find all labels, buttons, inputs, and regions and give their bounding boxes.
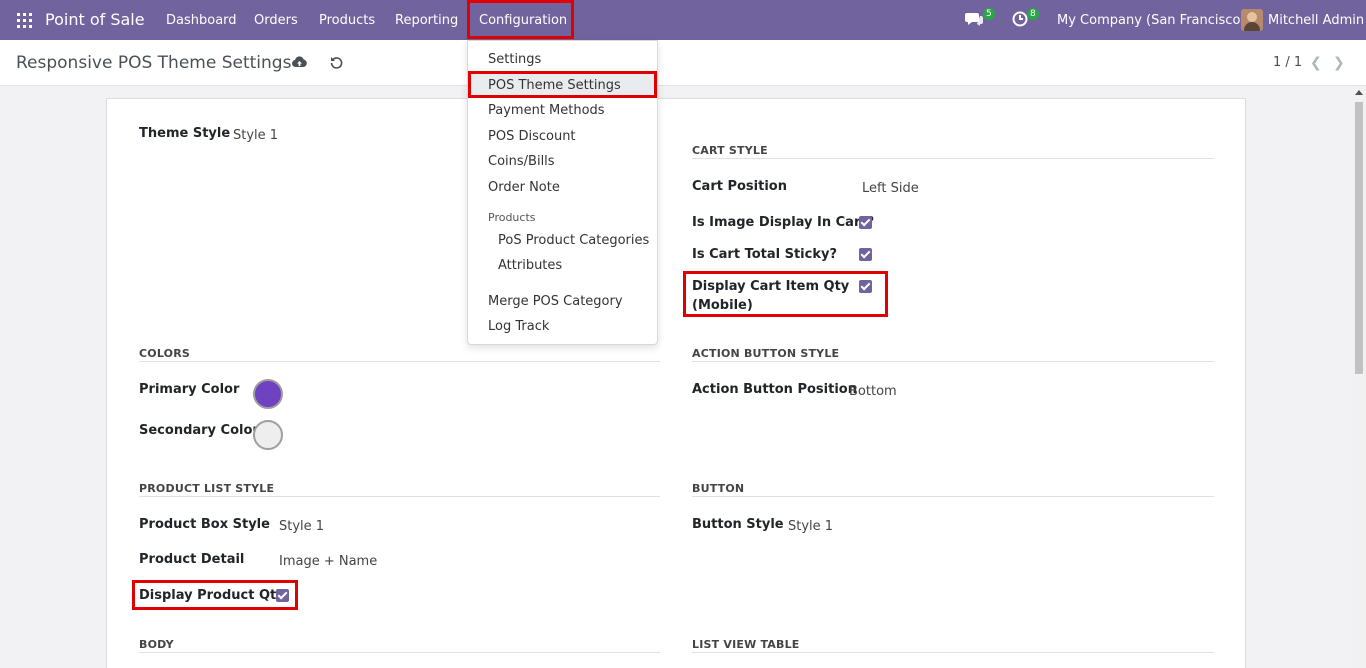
product-list-header: PRODUCT LIST STYLE bbox=[139, 482, 275, 495]
button-style-label: Button Style bbox=[692, 517, 784, 532]
cart-position-label: Cart Position bbox=[692, 179, 787, 194]
display-cart-qty-checkbox[interactable] bbox=[859, 280, 872, 293]
app-menu-icon[interactable] bbox=[17, 13, 32, 28]
control-panel: Responsive POS Theme Settings 1 / 1 ❮ ❯ bbox=[0, 40, 1366, 86]
company-switcher[interactable]: My Company (San Francisco) bbox=[1057, 13, 1245, 28]
action-button-position-field[interactable]: Bottom bbox=[849, 384, 897, 399]
dropdown-item-payment-methods[interactable]: Payment Methods bbox=[488, 103, 605, 118]
menu-configuration[interactable]: Configuration bbox=[479, 13, 567, 28]
product-detail-field[interactable]: Image + Name bbox=[279, 554, 377, 569]
secondary-color-label: Secondary Color bbox=[139, 423, 259, 438]
action-button-position-label: Action Button Position bbox=[692, 382, 857, 397]
primary-color-label: Primary Color bbox=[139, 382, 240, 397]
theme-style-label: Theme Style bbox=[139, 126, 231, 141]
image-display-label: Is Image Display In Cart? bbox=[692, 215, 875, 230]
dropdown-item-coins-bills[interactable]: Coins/Bills bbox=[488, 154, 555, 169]
theme-style-field[interactable]: Style 1 bbox=[233, 128, 278, 143]
menu-reporting[interactable]: Reporting bbox=[395, 13, 458, 28]
product-detail-label: Product Detail bbox=[139, 552, 245, 567]
menu-orders[interactable]: Orders bbox=[254, 13, 298, 28]
button-style-field[interactable]: Style 1 bbox=[788, 519, 833, 534]
chevron-left-icon[interactable]: ❮ bbox=[1310, 55, 1322, 71]
pager-value[interactable]: 1 / 1 bbox=[1273, 55, 1302, 70]
page-scrollbar[interactable] bbox=[1352, 86, 1366, 668]
cart-total-sticky-checkbox[interactable] bbox=[859, 248, 872, 261]
menu-dashboard[interactable]: Dashboard bbox=[166, 13, 237, 28]
display-cart-qty-label-line2: (Mobile) bbox=[692, 298, 753, 313]
dropdown-item-settings[interactable]: Settings bbox=[488, 52, 541, 67]
image-display-checkbox[interactable] bbox=[859, 216, 872, 229]
dropdown-section-products: Products bbox=[488, 211, 536, 224]
colors-header: COLORS bbox=[139, 347, 190, 360]
dropdown-item-pos-theme-settings[interactable]: POS Theme Settings bbox=[488, 78, 621, 93]
chat-icon[interactable] bbox=[965, 11, 983, 31]
clock-icon[interactable] bbox=[1012, 11, 1028, 31]
display-product-qty-label: Display Product Qty bbox=[139, 588, 285, 603]
cloud-upload-icon[interactable] bbox=[292, 56, 307, 72]
dropdown-item-attributes[interactable]: Attributes bbox=[498, 258, 562, 273]
dropdown-item-pos-discount[interactable]: POS Discount bbox=[488, 129, 576, 144]
activities-count-badge: 8 bbox=[1027, 8, 1039, 20]
cart-style-header: CART STYLE bbox=[692, 144, 768, 157]
dropdown-item-pos-product-categories[interactable]: PoS Product Categories bbox=[498, 233, 649, 248]
button-header: BUTTON bbox=[692, 482, 745, 495]
chevron-right-icon[interactable]: ❯ bbox=[1333, 55, 1345, 71]
messages-count-badge: 5 bbox=[983, 8, 995, 20]
scroll-up-arrow-icon[interactable] bbox=[1355, 90, 1363, 95]
menu-products[interactable]: Products bbox=[319, 13, 375, 28]
secondary-color-swatch[interactable] bbox=[253, 420, 283, 450]
dropdown-item-log-track[interactable]: Log Track bbox=[488, 319, 549, 334]
top-navbar: Point of Sale Dashboard Orders Products … bbox=[0, 0, 1366, 40]
form-sheet: Theme Style Style 1 CART STYLE Cart Posi… bbox=[106, 98, 1246, 668]
action-button-header: ACTION BUTTON STYLE bbox=[692, 347, 840, 360]
app-name[interactable]: Point of Sale bbox=[45, 10, 145, 29]
discard-icon[interactable] bbox=[330, 56, 343, 73]
configuration-dropdown: Settings POS Theme Settings Payment Meth… bbox=[467, 40, 658, 345]
cart-position-field[interactable]: Left Side bbox=[862, 181, 919, 196]
product-box-style-field[interactable]: Style 1 bbox=[279, 519, 324, 534]
user-menu[interactable]: Mitchell Admin bbox=[1268, 13, 1364, 28]
primary-color-swatch[interactable] bbox=[253, 379, 283, 409]
cart-total-sticky-label: Is Cart Total Sticky? bbox=[692, 247, 838, 262]
dropdown-item-order-note[interactable]: Order Note bbox=[488, 180, 560, 195]
display-cart-qty-label-line1: Display Cart Item Qty bbox=[692, 279, 850, 294]
avatar[interactable] bbox=[1241, 9, 1263, 31]
display-product-qty-checkbox[interactable] bbox=[276, 589, 289, 602]
dropdown-item-merge-pos-category[interactable]: Merge POS Category bbox=[488, 294, 623, 309]
list-view-table-header: LIST VIEW TABLE bbox=[692, 638, 800, 651]
body-header: BODY bbox=[139, 638, 174, 651]
page-title: Responsive POS Theme Settings bbox=[16, 53, 292, 73]
product-box-style-label: Product Box Style bbox=[139, 517, 270, 532]
scrollbar-thumb[interactable] bbox=[1355, 102, 1363, 374]
